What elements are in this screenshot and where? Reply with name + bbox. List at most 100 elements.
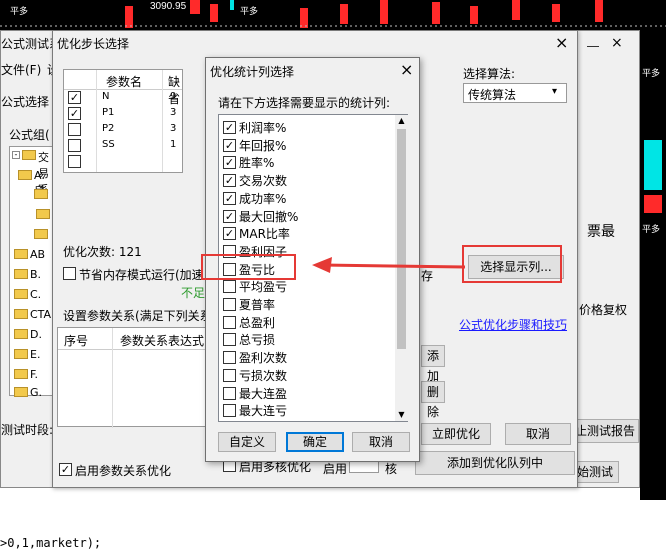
folder-icon bbox=[34, 229, 48, 239]
chart-bar bbox=[340, 4, 348, 24]
table-row[interactable]: ✓ N 9 bbox=[64, 90, 182, 106]
stat-column-item[interactable]: 平均盈亏 bbox=[223, 278, 393, 296]
stat-column-item[interactable]: 最大连亏 bbox=[223, 402, 393, 420]
params-table[interactable]: 参数名 缺省 ✓ N 9 ✓ P1 3 P2 3 SS 1 bbox=[63, 69, 183, 173]
delete-relation-button[interactable]: 删除 bbox=[421, 381, 445, 419]
chart-bar bbox=[470, 6, 478, 24]
tree-item[interactable]: CTA bbox=[30, 308, 51, 321]
tips-link[interactable]: 公式优化步骤和技巧 bbox=[459, 316, 567, 333]
tree-item[interactable]: G. bbox=[30, 386, 42, 399]
table-row[interactable]: P2 3 bbox=[64, 122, 182, 138]
close-icon[interactable]: × bbox=[400, 60, 413, 79]
tree-item[interactable]: B. bbox=[30, 268, 41, 281]
stat-column-checkbox[interactable]: ✓ bbox=[223, 209, 236, 223]
stat-column-item[interactable]: ✓ 利润率% bbox=[223, 119, 393, 137]
stat-column-item[interactable]: ✓ 最大回撤% bbox=[223, 208, 393, 226]
algo-select[interactable]: 传统算法 ▾ bbox=[463, 83, 567, 103]
core-label: 核 bbox=[385, 462, 398, 476]
table-row[interactable]: ✓ P1 3 bbox=[64, 106, 182, 122]
stat-column-checkbox[interactable]: ✓ bbox=[223, 227, 236, 241]
folder-open-icon bbox=[36, 209, 50, 219]
minimize-icon[interactable] bbox=[587, 35, 599, 47]
scroll-down-icon[interactable]: ▼ bbox=[395, 409, 408, 421]
folder-icon bbox=[14, 387, 28, 397]
param-checkbox[interactable]: ✓ bbox=[68, 107, 81, 120]
tree-item[interactable]: D. bbox=[30, 328, 42, 341]
stat-column-item[interactable]: ✓ MAR比率 bbox=[223, 225, 393, 243]
stat-column-checkbox[interactable] bbox=[223, 333, 236, 347]
start-test-button[interactable]: 始测试 bbox=[571, 461, 619, 483]
test-report-button[interactable]: 止测试报告 bbox=[571, 419, 639, 443]
optimize-now-button[interactable]: 立即优化 bbox=[421, 423, 491, 445]
stat-column-item[interactable]: 总盈利 bbox=[223, 314, 393, 332]
stat-column-item[interactable]: 总亏损 bbox=[223, 331, 393, 349]
stat-column-checkbox[interactable] bbox=[223, 298, 236, 311]
stat-column-checkbox[interactable] bbox=[223, 404, 236, 418]
stat-column-label: 总盈利 bbox=[239, 315, 276, 330]
stat-column-item[interactable]: ✓ 胜率% bbox=[223, 154, 393, 172]
param-checkbox[interactable] bbox=[68, 155, 81, 168]
folder-icon bbox=[14, 269, 28, 279]
stat-column-label: 利润率% bbox=[239, 121, 287, 135]
memory-save-checkbox[interactable] bbox=[63, 267, 76, 280]
custom-button[interactable]: 自定义 bbox=[218, 432, 276, 452]
param-default: 3 bbox=[170, 123, 177, 134]
enable-label: 启用 bbox=[323, 462, 348, 476]
tree-item[interactable]: E. bbox=[30, 348, 40, 361]
add-relation-button[interactable]: 添加 bbox=[421, 345, 445, 383]
formula-tree[interactable]: - 交易系 A.自 AB B. C. CTA D. E. F. G. bbox=[9, 146, 53, 399]
param-default: 3 bbox=[170, 107, 177, 118]
chart-bar bbox=[552, 4, 560, 22]
stat-column-checkbox[interactable] bbox=[223, 386, 236, 400]
menu-file[interactable]: 文件(F) bbox=[1, 61, 41, 78]
stat-column-item[interactable]: ✓ 成功率% bbox=[223, 190, 393, 208]
close-icon[interactable]: × bbox=[611, 35, 623, 51]
stat-column-checkbox[interactable] bbox=[223, 315, 236, 329]
param-checkbox[interactable] bbox=[68, 139, 81, 152]
chart-bar bbox=[432, 2, 440, 24]
folder-icon bbox=[34, 189, 48, 199]
param-checkbox[interactable] bbox=[68, 123, 81, 136]
algo-value: 传统算法 bbox=[468, 88, 517, 102]
stat-column-label: 最大回撤% bbox=[239, 209, 299, 224]
tree-item[interactable]: AB bbox=[30, 248, 45, 261]
stat-column-item[interactable]: 盈利次数 bbox=[223, 349, 393, 367]
stat-column-checkbox[interactable] bbox=[223, 351, 236, 365]
stat-column-item[interactable]: ✓ 交易次数 bbox=[223, 172, 393, 190]
stat-column-checkbox[interactable]: ✓ bbox=[223, 138, 236, 152]
param-name: P2 bbox=[102, 123, 115, 134]
relation-table[interactable]: 序号 参数关系表达式 bbox=[57, 327, 208, 428]
enable-relation-checkbox[interactable]: ✓ bbox=[59, 463, 72, 476]
stat-column-checkbox[interactable] bbox=[223, 280, 236, 294]
add-to-queue-button[interactable]: 添加到优化队列中 bbox=[415, 451, 575, 475]
close-icon[interactable]: × bbox=[555, 33, 568, 52]
tree-expand-icon[interactable]: - bbox=[12, 151, 20, 159]
stat-column-item[interactable]: 最大连盈 bbox=[223, 385, 393, 403]
tree-item[interactable]: C. bbox=[30, 288, 41, 301]
chart-signal-label: 平多 bbox=[642, 225, 661, 235]
param-checkbox[interactable]: ✓ bbox=[68, 91, 81, 104]
stat-column-checkbox[interactable]: ✓ bbox=[223, 156, 236, 170]
stat-column-item[interactable]: 亏损次数 bbox=[223, 367, 393, 385]
tree-item[interactable]: F. bbox=[30, 368, 38, 381]
stat-column-item[interactable]: 夏普率 bbox=[223, 296, 393, 314]
chart-bar bbox=[190, 0, 200, 14]
cancel-button[interactable]: 取消 bbox=[505, 423, 571, 445]
scroll-thumb[interactable] bbox=[397, 129, 406, 349]
stat-column-checkbox[interactable] bbox=[223, 368, 236, 382]
relation-label: 设置参数关系(满足下列关系 bbox=[63, 309, 212, 323]
step-window-title: 优化步长选择 bbox=[57, 37, 130, 51]
annotation-arrow bbox=[312, 257, 466, 273]
stat-column-checkbox[interactable]: ✓ bbox=[223, 191, 236, 205]
ok-button[interactable]: 确定 bbox=[286, 432, 344, 452]
stat-column-item[interactable]: ✓ 年回报% bbox=[223, 137, 393, 155]
cancel-button[interactable]: 取消 bbox=[352, 432, 410, 452]
table-row[interactable]: SS 1 bbox=[64, 138, 182, 154]
tab-formula-select[interactable]: 公式选择 bbox=[1, 93, 49, 110]
chart-bar bbox=[210, 4, 218, 22]
stat-column-checkbox[interactable]: ✓ bbox=[223, 121, 236, 134]
stat-column-checkbox[interactable]: ✓ bbox=[223, 174, 236, 188]
scroll-up-icon[interactable]: ▲ bbox=[395, 115, 408, 127]
highlight-box bbox=[201, 254, 296, 280]
table-row[interactable] bbox=[64, 154, 182, 170]
